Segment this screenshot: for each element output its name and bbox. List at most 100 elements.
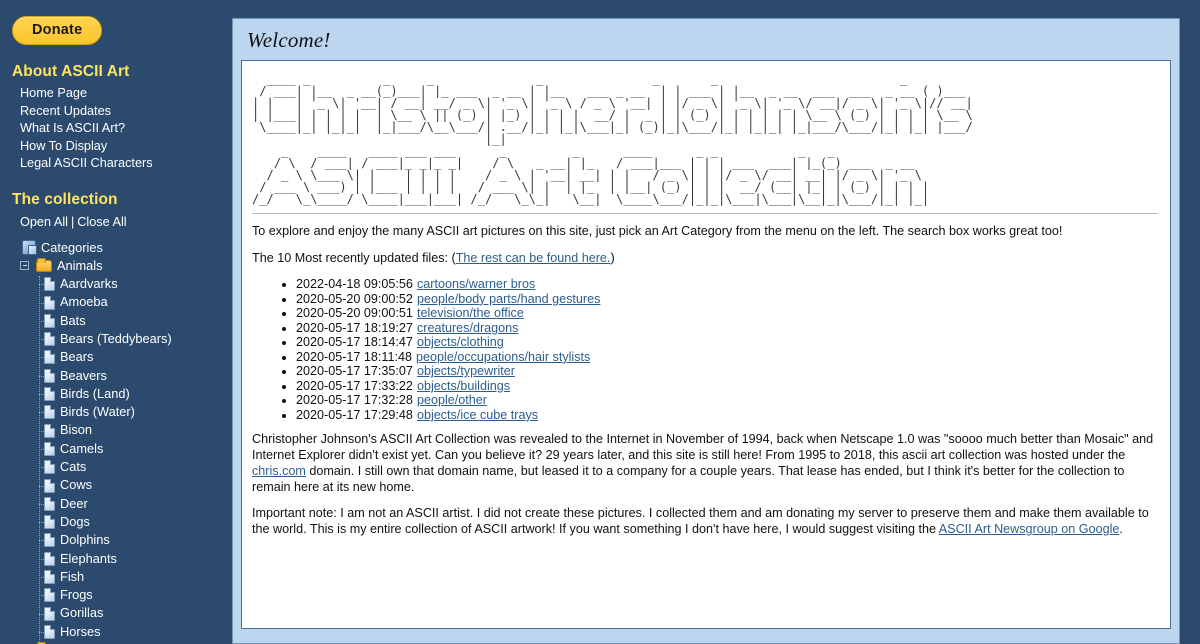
page-icon bbox=[44, 569, 55, 584]
tree-node-bears[interactable]: Bears bbox=[8, 348, 226, 366]
sidebar-item-recent-updates[interactable]: Recent Updates bbox=[20, 103, 226, 121]
tree-node-cats[interactable]: Cats bbox=[8, 458, 226, 476]
recent-file-item: 2022-04-18 09:05:56 cartoons/warner bros bbox=[296, 277, 1158, 292]
history-paragraph: Christopher Johnson's ASCII Art Collecti… bbox=[252, 432, 1158, 495]
recent-heading-suffix: ) bbox=[610, 250, 615, 265]
tree-node-label[interactable]: Beavers bbox=[60, 367, 107, 385]
page-icon bbox=[44, 405, 55, 420]
tree-node-cows[interactable]: Cows bbox=[8, 476, 226, 494]
minus-box-icon[interactable] bbox=[20, 261, 29, 271]
recent-file-link[interactable]: television/the office bbox=[417, 306, 524, 320]
open-all-link[interactable]: Open All bbox=[20, 215, 68, 229]
tree-node-animals[interactable]: Animals bbox=[8, 257, 226, 275]
page-icon bbox=[44, 350, 55, 365]
tree-node-birds-water[interactable]: Birds (Water) bbox=[8, 403, 226, 421]
tree-node-label[interactable]: Deer bbox=[60, 495, 88, 513]
tree-node-birds-land[interactable]: Birds (Land) bbox=[8, 385, 226, 403]
page-icon bbox=[44, 496, 55, 511]
tree-node-label[interactable]: Bats bbox=[60, 312, 86, 330]
sidebar-item-home-page[interactable]: Home Page bbox=[20, 85, 226, 103]
recent-file-timestamp: 2020-05-17 17:35:07 bbox=[296, 364, 413, 379]
page-icon bbox=[44, 423, 55, 438]
tree-node-label[interactable]: Camels bbox=[60, 440, 103, 458]
sidebar-item-legal-ascii-characters[interactable]: Legal ASCII Characters bbox=[20, 155, 226, 173]
recent-file-link[interactable]: objects/ice cube trays bbox=[417, 408, 538, 422]
tree-node-label[interactable]: Categories bbox=[41, 239, 103, 257]
recent-files-list: 2022-04-18 09:05:56cartoons/warner bros2… bbox=[252, 277, 1158, 422]
page-icon bbox=[44, 368, 55, 383]
tree-node-horses[interactable]: Horses bbox=[8, 623, 226, 641]
page-icon bbox=[44, 441, 55, 456]
chris-com-link[interactable]: chris.com bbox=[252, 464, 306, 478]
tree-node-label[interactable]: Aardvarks bbox=[60, 275, 118, 293]
history-text-part1: Christopher Johnson's ASCII Art Collecti… bbox=[252, 432, 1154, 463]
tree-node-categories[interactable]: Categories bbox=[8, 239, 226, 257]
recent-file-timestamp: 2020-05-17 18:14:47 bbox=[296, 335, 413, 350]
tree-node-label[interactable]: Elephants bbox=[60, 550, 117, 568]
recent-file-link[interactable]: people/other bbox=[417, 393, 487, 407]
ascii-art-newsgroup-link[interactable]: ASCII Art Newsgroup on Google bbox=[939, 522, 1120, 536]
sidebar-item-what-is-ascii-art[interactable]: What Is ASCII Art? bbox=[20, 120, 226, 138]
tree-node-label[interactable]: Dogs bbox=[60, 513, 90, 531]
recent-file-link[interactable]: objects/clothing bbox=[417, 335, 504, 349]
recent-file-item: 2020-05-20 09:00:51 television/the office bbox=[296, 306, 1158, 321]
page-icon bbox=[44, 515, 55, 530]
recent-file-link[interactable]: people/body parts/hand gestures bbox=[417, 292, 600, 306]
tree-node-label[interactable]: Bears (Teddybears) bbox=[60, 330, 172, 348]
tree-node-fish[interactable]: Fish bbox=[8, 568, 226, 586]
sidebar-item-how-to-display[interactable]: How To Display bbox=[20, 138, 226, 156]
tree-node-label[interactable]: Fish bbox=[60, 568, 84, 586]
recent-file-link[interactable]: people/occupations/hair stylists bbox=[416, 350, 590, 364]
tree-node-label[interactable]: Birds (Land) bbox=[60, 385, 130, 403]
tree-node-label[interactable]: Birds (Water) bbox=[60, 403, 135, 421]
tree-node-label[interactable]: Cats bbox=[60, 458, 86, 476]
tree-node-gorillas[interactable]: Gorillas bbox=[8, 604, 226, 622]
note-text-part2: . bbox=[1119, 521, 1123, 536]
tree-node-deer[interactable]: Deer bbox=[8, 495, 226, 513]
tree-node-camels[interactable]: Camels bbox=[8, 440, 226, 458]
tree-node-label[interactable]: Frogs bbox=[60, 586, 93, 604]
categories-icon bbox=[22, 240, 37, 256]
tree-node-label[interactable]: Bison bbox=[60, 421, 92, 439]
tree-node-beavers[interactable]: Beavers bbox=[8, 367, 226, 385]
tree-node-label[interactable]: Dolphins bbox=[60, 531, 110, 549]
recent-file-link[interactable]: objects/typewriter bbox=[417, 364, 515, 378]
tree-node-frogs[interactable]: Frogs bbox=[8, 586, 226, 604]
recent-file-timestamp: 2020-05-17 17:32:28 bbox=[296, 393, 413, 408]
close-all-link[interactable]: Close All bbox=[77, 215, 126, 229]
tree-node-aardvarks[interactable]: Aardvarks bbox=[8, 275, 226, 293]
recent-heading-prefix: The 10 Most recently updated files: ( bbox=[252, 250, 456, 265]
recent-file-item: 2020-05-17 18:19:27 creatures/dragons bbox=[296, 321, 1158, 336]
recent-file-link[interactable]: creatures/dragons bbox=[417, 321, 519, 335]
recent-file-link[interactable]: cartoons/warner bros bbox=[417, 277, 535, 291]
recent-file-item: 2020-05-17 17:29:48 objects/ice cube tray… bbox=[296, 408, 1158, 423]
recent-file-item: 2020-05-20 09:00:52 people/body parts/han… bbox=[296, 292, 1158, 307]
page-icon bbox=[44, 387, 55, 402]
tree-node-bears-teddybears[interactable]: Bears (Teddybears) bbox=[8, 330, 226, 348]
open-close-separator: | bbox=[70, 214, 75, 229]
tree-node-dolphins[interactable]: Dolphins bbox=[8, 531, 226, 549]
rest-can-be-found-here-link[interactable]: The rest can be found here. bbox=[456, 251, 611, 265]
tree-node-bats[interactable]: Bats bbox=[8, 312, 226, 330]
recent-file-link[interactable]: objects/buildings bbox=[417, 379, 510, 393]
recent-file-timestamp: 2020-05-17 18:19:27 bbox=[296, 320, 413, 335]
tree-node-elephants[interactable]: Elephants bbox=[8, 550, 226, 568]
tree-node-label[interactable]: Gorillas bbox=[60, 604, 103, 622]
tree-node-amoeba[interactable]: Amoeba bbox=[8, 293, 226, 311]
tree-node-dogs[interactable]: Dogs bbox=[8, 513, 226, 531]
tree-node-label[interactable]: Amoeba bbox=[60, 293, 108, 311]
tree-node-label[interactable]: Cows bbox=[60, 476, 92, 494]
donate-button[interactable]: Donate bbox=[12, 16, 103, 45]
page-icon bbox=[44, 588, 55, 603]
tree-node-label[interactable]: Horses bbox=[60, 623, 101, 641]
page-icon bbox=[44, 277, 55, 292]
recent-file-timestamp: 2022-04-18 09:05:56 bbox=[296, 277, 413, 292]
recent-files-heading: The 10 Most recently updated files: (The… bbox=[252, 251, 1158, 267]
recent-file-timestamp: 2020-05-17 17:29:48 bbox=[296, 407, 413, 422]
tree-node-label[interactable]: Bears bbox=[60, 348, 93, 366]
tree-node-label[interactable]: Animals bbox=[57, 257, 103, 275]
page-icon bbox=[44, 606, 55, 621]
tree-node-bison[interactable]: Bison bbox=[8, 421, 226, 439]
recent-file-timestamp: 2020-05-17 17:33:22 bbox=[296, 378, 413, 393]
page-icon bbox=[44, 460, 55, 475]
